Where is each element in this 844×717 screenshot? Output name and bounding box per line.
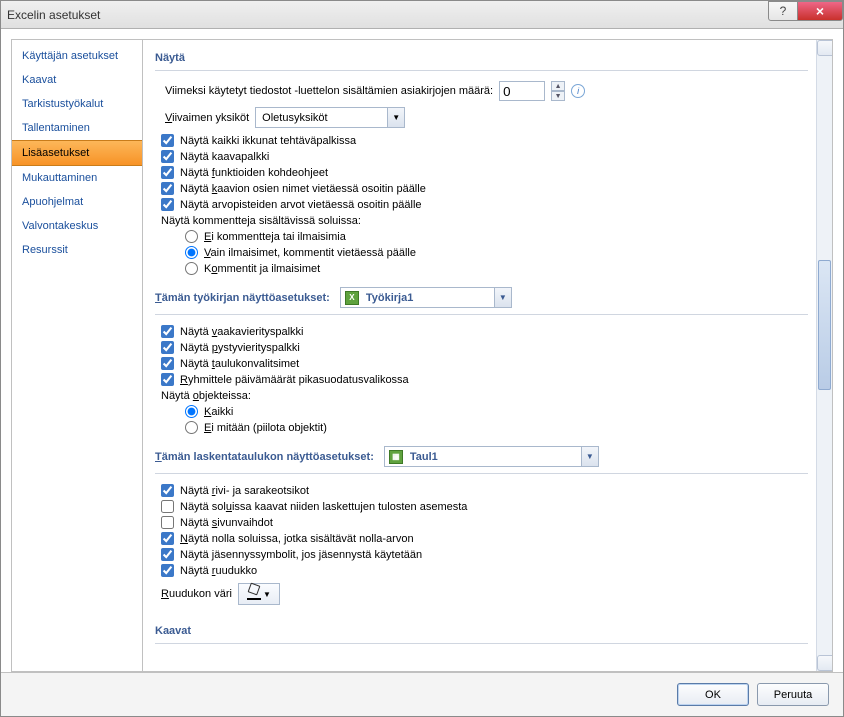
- chk-function-tooltips[interactable]: [161, 166, 174, 179]
- cancel-button[interactable]: Peruuta: [757, 683, 829, 706]
- excel-icon: X: [345, 291, 359, 305]
- category-sidebar: Käyttäjän asetukset Kaavat Tarkistustyök…: [11, 39, 143, 672]
- comments-label: Näytä kommentteja sisältävissä soluissa:: [155, 215, 808, 227]
- chevron-down-icon: ▼: [581, 447, 598, 466]
- scroll-down-icon[interactable]: ▼: [817, 655, 833, 671]
- chk-hscroll[interactable]: [161, 325, 174, 338]
- main-panel: Näytä Viimeksi käytetyt tiedostot -luett…: [143, 39, 833, 672]
- sidebar-item-proofing[interactable]: Tarkistustyökalut: [12, 92, 142, 116]
- ruler-units-label: Viivaimen yksiköt: [165, 112, 249, 124]
- radio-comments-none[interactable]: [185, 230, 198, 243]
- chk-show-formulas[interactable]: [161, 500, 174, 513]
- objects-label: Näytä objekteissa:: [155, 390, 808, 402]
- paint-bucket-icon: [247, 588, 261, 600]
- radio-objects-all[interactable]: [185, 405, 198, 418]
- recent-docs-spinner[interactable]: ▲▼: [551, 81, 565, 101]
- sheet-icon: ▦: [389, 450, 403, 464]
- chk-chart-names[interactable]: [161, 182, 174, 195]
- close-button[interactable]: ×: [797, 1, 843, 21]
- sidebar-item-resources[interactable]: Resurssit: [12, 238, 142, 262]
- gridline-color-label: Ruudukon väri: [161, 588, 232, 600]
- sidebar-item-formulas[interactable]: Kaavat: [12, 68, 142, 92]
- sidebar-item-advanced[interactable]: Lisäasetukset: [12, 140, 142, 166]
- chk-taskbar-windows[interactable]: [161, 134, 174, 147]
- workbook-select[interactable]: X Työkirja1 ▼: [340, 287, 512, 308]
- sidebar-item-popular[interactable]: Käyttäjän asetukset: [12, 44, 142, 68]
- help-button[interactable]: ?: [768, 1, 798, 21]
- sidebar-item-save[interactable]: Tallentaminen: [12, 116, 142, 140]
- main-scroll[interactable]: Näytä Viimeksi käytetyt tiedostot -luett…: [143, 40, 816, 671]
- chk-outline-symbols[interactable]: [161, 548, 174, 561]
- recent-docs-input[interactable]: [499, 81, 545, 101]
- sidebar-item-addins[interactable]: Apuohjelmat: [12, 190, 142, 214]
- radio-objects-none[interactable]: [185, 421, 198, 434]
- dialog-footer: OK Peruuta: [1, 672, 843, 716]
- titlebar: Excelin asetukset ? ×: [1, 1, 843, 29]
- section-worksheet: Tämän laskentataulukon näyttöasetukset: …: [155, 440, 808, 474]
- chevron-down-icon: ▼: [387, 108, 404, 127]
- chk-vscroll[interactable]: [161, 341, 174, 354]
- info-icon[interactable]: i: [571, 84, 585, 98]
- radio-comments-indicator[interactable]: [185, 246, 198, 259]
- scroll-thumb[interactable]: [818, 260, 831, 390]
- worksheet-select[interactable]: ▦ Taul1 ▼: [384, 446, 599, 467]
- section-workbook: Tämän työkirjan näyttöasetukset: X Työki…: [155, 281, 808, 315]
- chk-gridlines[interactable]: [161, 564, 174, 577]
- window-title: Excelin asetukset: [7, 8, 100, 22]
- ok-button[interactable]: OK: [677, 683, 749, 706]
- chk-group-dates[interactable]: [161, 373, 174, 386]
- scroll-up-icon[interactable]: ▲: [817, 40, 833, 56]
- sidebar-item-customize[interactable]: Mukauttaminen: [12, 166, 142, 190]
- recent-docs-label: Viimeksi käytetyt tiedostot -luettelon s…: [165, 85, 493, 97]
- chevron-down-icon: ▼: [494, 288, 511, 307]
- chk-datapoint-values[interactable]: [161, 198, 174, 211]
- chk-formula-bar[interactable]: [161, 150, 174, 163]
- options-dialog: Excelin asetukset ? × Käyttäjän asetukse…: [0, 0, 844, 717]
- section-display: Näytä: [155, 46, 808, 71]
- chk-page-breaks[interactable]: [161, 516, 174, 529]
- vertical-scrollbar[interactable]: ▲ ▼: [816, 40, 832, 671]
- chk-show-zeros[interactable]: [161, 532, 174, 545]
- sidebar-item-trust[interactable]: Valvontakeskus: [12, 214, 142, 238]
- chk-sheet-tabs[interactable]: [161, 357, 174, 370]
- section-next: Kaavat: [155, 619, 808, 644]
- chk-row-col-headers[interactable]: [161, 484, 174, 497]
- radio-comments-both[interactable]: [185, 262, 198, 275]
- ruler-units-select[interactable]: Oletusyksiköt ▼: [255, 107, 405, 128]
- gridline-color-button[interactable]: ▼: [238, 583, 280, 605]
